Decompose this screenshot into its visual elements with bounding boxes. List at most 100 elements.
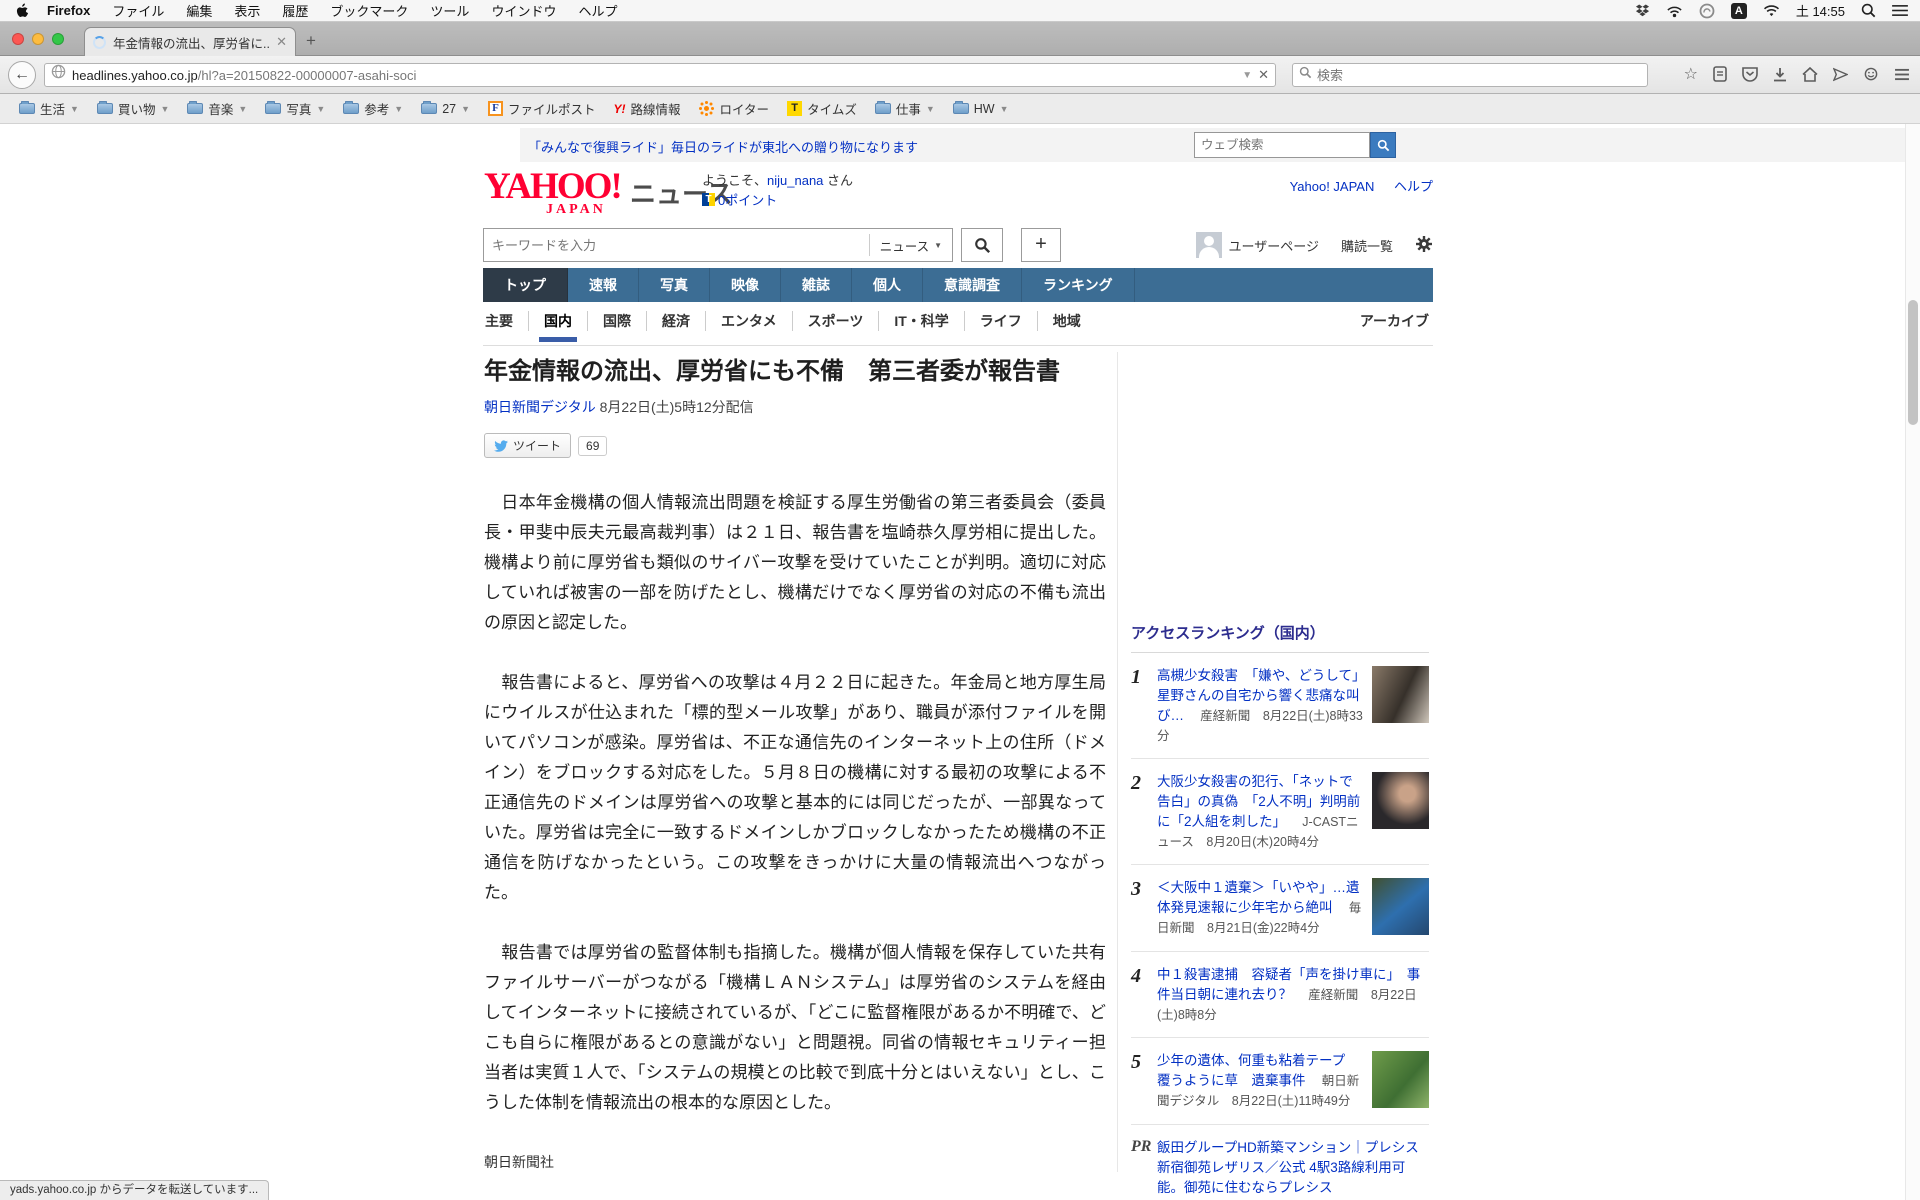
web-search-input[interactable] <box>1194 132 1370 158</box>
subnav-main[interactable]: 主要 <box>483 311 528 331</box>
user-page-link[interactable]: ユーザーページ <box>1195 232 1319 258</box>
url-bar[interactable]: headlines.yahoo.co.jp/hl?a=20150822-0000… <box>44 63 1276 87</box>
bookmark-folder-reference[interactable]: 参考 ▼ <box>334 96 412 121</box>
ranking-thumbnail[interactable] <box>1372 666 1429 723</box>
nav-tab-photo[interactable]: 写真 <box>639 268 710 302</box>
bookmark-folder-shopping[interactable]: 買い物 ▼ <box>88 96 178 121</box>
bookmark-times[interactable]: T タイムズ <box>778 96 866 121</box>
subnav-it-science[interactable]: IT・科学 <box>878 311 963 331</box>
nav-tab-ranking[interactable]: ランキング <box>1022 268 1135 302</box>
username-link[interactable]: niju_nana <box>767 173 823 188</box>
promo-link[interactable]: 「みんなで復興ライド」毎日のライドが東北への贈り物になります <box>528 137 918 156</box>
archive-link[interactable]: アーカイブ <box>1360 311 1429 331</box>
menubar-item-history[interactable]: 履歴 <box>282 1 308 20</box>
window-zoom-button[interactable] <box>52 33 64 45</box>
subnav-sports[interactable]: スポーツ <box>791 311 879 331</box>
subnav-world[interactable]: 国際 <box>587 311 646 331</box>
nav-tab-poll[interactable]: 意識調査 <box>923 268 1022 302</box>
home-icon[interactable] <box>1802 66 1818 82</box>
urlbar-dropdown-icon[interactable]: ▼ <box>1242 70 1252 81</box>
dropbox-icon[interactable] <box>1635 3 1650 18</box>
tweet-button[interactable]: ツイート <box>484 433 572 458</box>
bookmark-reuters[interactable]: ロイター <box>690 96 779 121</box>
ranking-thumbnail[interactable] <box>1372 1051 1429 1108</box>
url-path: /hl?a=20150822-00000007-asahi-soci <box>197 67 417 83</box>
subnav-life[interactable]: ライフ <box>963 311 1037 331</box>
menubar-item-file[interactable]: ファイル <box>112 1 164 20</box>
bookmark-filepost[interactable]: F ファイルポスト <box>479 96 605 121</box>
browser-tab[interactable]: 年金情報の流出、厚労省に... ✕ <box>84 27 296 56</box>
subnav-region[interactable]: 地域 <box>1036 311 1096 331</box>
web-search-button[interactable] <box>1370 132 1396 158</box>
bookmark-folder-music[interactable]: 音楽 ▼ <box>178 96 256 121</box>
hello-icon[interactable] <box>1863 67 1879 82</box>
apple-menu-icon[interactable] <box>16 3 29 18</box>
spotlight-icon[interactable] <box>1861 3 1876 18</box>
gear-icon[interactable] <box>1415 235 1433 256</box>
nav-tab-flash[interactable]: 速報 <box>568 268 639 302</box>
nav-tab-personal[interactable]: 個人 <box>852 268 923 302</box>
notification-center-icon[interactable] <box>1892 4 1908 17</box>
ranking-thumbnail[interactable] <box>1372 878 1429 935</box>
browser-search-input[interactable] <box>1317 67 1641 83</box>
tab-close-icon[interactable]: ✕ <box>276 34 287 50</box>
bookmark-folder-life[interactable]: 生活 ▼ <box>10 96 88 121</box>
bookmark-star-icon[interactable]: ☆ <box>1684 64 1698 84</box>
subnav-economy[interactable]: 経済 <box>646 311 705 331</box>
bookmark-folder-photo[interactable]: 写真 ▼ <box>256 96 334 121</box>
window-minimize-button[interactable] <box>32 33 44 45</box>
rank-number: 1 <box>1131 666 1141 688</box>
bookmark-folder-27[interactable]: 27 ▼ <box>412 99 479 119</box>
nav-tab-magazine[interactable]: 雑誌 <box>781 268 852 302</box>
news-search-button[interactable] <box>961 228 1003 262</box>
downloads-icon[interactable] <box>1773 67 1787 82</box>
points-row[interactable]: T 0ポイント <box>702 190 777 209</box>
back-button[interactable]: ← <box>8 61 36 89</box>
hotspot-icon[interactable] <box>1666 4 1683 18</box>
ranking-thumbnail[interactable] <box>1372 772 1429 829</box>
scrollbar-track[interactable] <box>1905 124 1920 1200</box>
subscriptions-link[interactable]: 購読一覧 <box>1341 236 1393 255</box>
search-category-dropdown[interactable]: ニュース ▼ <box>868 234 952 256</box>
wifi-icon[interactable] <box>1763 4 1780 17</box>
keyword-search-box[interactable]: ニュース▼ <box>483 228 953 262</box>
pocket-icon[interactable] <box>1742 66 1758 82</box>
ranking-link[interactable]: ＜大阪中１遺棄＞「いやや」…遺体発見速報に少年宅から絶叫 <box>1157 880 1360 915</box>
subnav-domestic[interactable]: 国内 <box>528 311 587 342</box>
menubar-item-help[interactable]: ヘルプ <box>578 1 617 20</box>
menubar-item-edit[interactable]: 編集 <box>186 1 212 20</box>
menubar-item-firefox[interactable]: Firefox <box>47 3 90 18</box>
help-link[interactable]: ヘルプ <box>1394 179 1433 194</box>
menubar-clock[interactable]: 土 14:55 <box>1796 1 1845 20</box>
yahoo-japan-link[interactable]: Yahoo! JAPAN <box>1290 179 1375 194</box>
menubar-item-tools[interactable]: ツール <box>430 1 469 20</box>
scrollbar-thumb[interactable] <box>1908 300 1918 425</box>
article: 年金情報の流出、厚労省にも不備 第三者委が報告書 朝日新聞デジタル 8月22日(… <box>484 356 1106 1200</box>
nav-tab-top[interactable]: トップ <box>483 268 568 302</box>
bookmark-folder-work[interactable]: 仕事 ▼ <box>866 96 944 121</box>
nav-tab-video[interactable]: 映像 <box>710 268 781 302</box>
bookmark-transit[interactable]: Y! 路線情報 <box>605 96 690 121</box>
window-close-button[interactable] <box>12 33 24 45</box>
menubar-item-bookmarks[interactable]: ブックマーク <box>330 1 408 20</box>
tweet-count[interactable]: 69 <box>578 435 608 456</box>
folder-icon <box>343 101 360 114</box>
input-source-icon[interactable]: A <box>1730 2 1747 19</box>
menubar-item-window[interactable]: ウインドウ <box>491 1 556 20</box>
share-icon[interactable] <box>1833 67 1848 82</box>
add-button[interactable]: + <box>1021 228 1061 262</box>
stop-icon[interactable]: ✕ <box>1258 67 1269 83</box>
yahoo-japan-logo[interactable]: YAHOO! JAPAN <box>484 168 624 218</box>
keyword-input[interactable] <box>484 237 869 253</box>
subnav-entertainment[interactable]: エンタメ <box>705 311 792 331</box>
new-tab-button[interactable]: + <box>306 32 316 49</box>
menubar-item-view[interactable]: 表示 <box>234 1 260 20</box>
browser-search-box[interactable] <box>1292 63 1648 87</box>
bookmark-folder-hw[interactable]: HW ▼ <box>944 99 1018 119</box>
article-source-link[interactable]: 朝日新聞デジタル <box>484 399 596 415</box>
times-icon: T <box>787 101 803 116</box>
pr-ad-link[interactable]: 飯田グループHD新築マンション｜プレシス新宿御苑レザリス／公式 4駅3路線利用可… <box>1157 1140 1419 1195</box>
creative-cloud-icon[interactable] <box>1699 3 1715 19</box>
reading-list-icon[interactable] <box>1713 66 1727 82</box>
menu-icon[interactable] <box>1894 68 1910 81</box>
